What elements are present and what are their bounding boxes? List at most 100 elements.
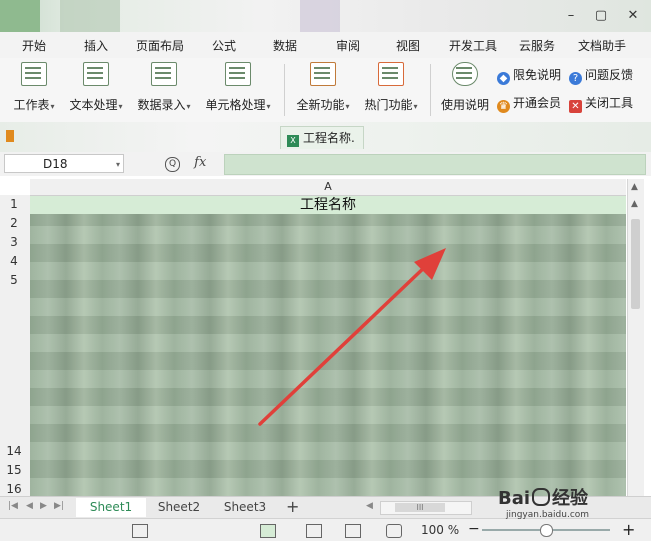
red-arrow-annotation: [258, 248, 446, 426]
membership-link[interactable]: ♛ 开通会员: [497, 94, 561, 113]
hot-features-icon: [378, 62, 404, 86]
title-bar: – ▢ ✕: [0, 0, 651, 32]
tab-developer[interactable]: 开发工具: [449, 37, 497, 54]
paw-icon: [532, 488, 551, 506]
arrow-head: [414, 248, 446, 280]
minimize-button[interactable]: –: [560, 6, 582, 26]
worksheet-button[interactable]: 工作表▾: [10, 62, 58, 113]
worksheet-icon: [21, 62, 47, 86]
document-tab-title: 工程名称.: [303, 131, 355, 145]
formula-bar: D18 ▾ Q fx: [0, 152, 651, 177]
tag-icon: ◆: [497, 72, 510, 85]
tab-review[interactable]: 审阅: [336, 37, 360, 54]
baidu-watermark: Bai 经验 jingyan.baidu.com: [498, 484, 589, 520]
zoom-out-button[interactable]: −: [468, 521, 480, 537]
sheet-tab-3[interactable]: Sheet3: [214, 498, 276, 517]
menu-bar: 开始 插入 页面布局 公式 数据 审阅 视图 开发工具 云服务 文档助手: [0, 32, 651, 59]
horizontal-scrollbar[interactable]: III: [380, 501, 472, 515]
cell-process-label: 单元格处理: [205, 98, 266, 112]
new-features-icon: [310, 62, 336, 86]
title-bar-blur: [0, 0, 40, 32]
arrow-shaft: [258, 262, 430, 426]
close-button[interactable]: ✕: [622, 6, 644, 26]
worksheet-label: 工作表: [13, 98, 50, 112]
watermark-brand: Bai: [498, 488, 531, 509]
tab-home[interactable]: 开始: [22, 37, 46, 54]
watermark-site: jingyan.baidu.com: [506, 510, 590, 520]
grid-view-icon[interactable]: [345, 524, 361, 538]
watermark-brand-2: 经验: [552, 488, 589, 509]
tab-formulas[interactable]: 公式: [212, 37, 236, 54]
document-tab[interactable]: X 工程名称.: [280, 126, 364, 149]
zoom-search-icon[interactable]: Q: [165, 157, 180, 172]
title-bar-blur: [300, 0, 340, 32]
add-sheet-button[interactable]: +: [286, 497, 299, 516]
text-process-label: 文本处理: [69, 98, 118, 112]
chevron-down-icon[interactable]: ▾: [116, 155, 120, 174]
name-box-value: D18: [43, 157, 68, 171]
page-icon[interactable]: [132, 524, 148, 538]
crown-icon: ♛: [497, 100, 510, 113]
data-entry-button[interactable]: 数据录入▾: [134, 62, 194, 113]
title-bar-blur: [60, 0, 120, 32]
cell-process-button[interactable]: 单元格处理▾: [202, 62, 274, 113]
eye-protect-icon[interactable]: [386, 524, 402, 538]
new-features-button[interactable]: 全新功能▾: [292, 62, 354, 113]
spreadsheet-grid: A 1 2 3 4 5 14 15 16 工程名称 ▲ ▲: [0, 176, 651, 496]
text-process-icon: [83, 62, 109, 86]
membership-label: 开通会员: [513, 96, 562, 110]
formula-icons: Q fx: [165, 155, 206, 172]
new-features-label: 全新功能: [296, 98, 345, 112]
normal-view-icon[interactable]: [260, 524, 276, 538]
scroll-up-icon[interactable]: ▲: [631, 182, 638, 192]
close-tool-label: 关闭工具: [585, 96, 634, 110]
status-bar: 100 % − +: [0, 518, 651, 541]
instructions-icon: [452, 62, 478, 86]
ribbon: 工作表▾ 文本处理▾ 数据录入▾ 单元格处理▾ 全新功能▾ 热门功能▾ 使用说明…: [0, 58, 651, 123]
tab-doc-assistant[interactable]: 文档助手: [578, 37, 626, 54]
close-tool-link[interactable]: ✕ 关闭工具: [569, 94, 633, 113]
zoom-slider-knob[interactable]: [540, 524, 553, 537]
hot-features-label: 热门功能: [364, 98, 413, 112]
feedback-link[interactable]: ? 问题反馈: [569, 66, 633, 85]
instructions-label: 使用说明: [440, 98, 489, 112]
horizontal-scroll-thumb[interactable]: III: [395, 503, 445, 512]
feedback-label: 问题反馈: [585, 68, 634, 82]
file-icon: [6, 130, 14, 142]
close-box-icon: ✕: [569, 100, 582, 113]
tab-data[interactable]: 数据: [273, 37, 297, 54]
ribbon-divider: [430, 64, 431, 116]
tab-view[interactable]: 视图: [396, 37, 420, 54]
fx-icon[interactable]: fx: [194, 155, 206, 170]
tab-cloud[interactable]: 云服务: [519, 37, 555, 54]
maximize-button[interactable]: ▢: [590, 6, 612, 26]
hscroll-left-icon[interactable]: ◀: [366, 501, 373, 511]
free-note-link[interactable]: ◆ 限免说明: [497, 66, 561, 85]
free-note-label: 限免说明: [513, 68, 562, 82]
prev-sheet-icon[interactable]: ◀: [26, 501, 33, 511]
vertical-scroll-thumb[interactable]: [631, 219, 640, 309]
tab-page-layout[interactable]: 页面布局: [136, 37, 184, 54]
spreadsheet-icon: X: [287, 135, 299, 147]
question-icon: ?: [569, 72, 582, 85]
cell-process-icon: [225, 62, 251, 86]
next-sheet-icon[interactable]: ▶: [40, 501, 47, 511]
first-sheet-icon[interactable]: |◀: [8, 501, 18, 511]
sheet-tab-2[interactable]: Sheet2: [148, 498, 210, 517]
formula-input[interactable]: [224, 154, 646, 175]
zoom-level[interactable]: 100 %: [421, 523, 459, 537]
data-entry-label: 数据录入: [137, 98, 186, 112]
ribbon-divider: [284, 64, 285, 116]
page-break-view-icon[interactable]: [306, 524, 322, 538]
vertical-scrollbar[interactable]: ▲ ▲: [627, 179, 644, 496]
sheet-tab-1[interactable]: Sheet1: [76, 498, 146, 517]
instructions-button[interactable]: 使用说明: [438, 62, 492, 113]
hot-features-button[interactable]: 热门功能▾: [360, 62, 422, 113]
data-entry-icon: [151, 62, 177, 86]
name-box[interactable]: D18 ▾: [4, 154, 124, 173]
scroll-up-fast-icon[interactable]: ▲: [631, 199, 638, 209]
last-sheet-icon[interactable]: ▶|: [54, 501, 64, 511]
zoom-in-button[interactable]: +: [622, 520, 635, 539]
tab-insert[interactable]: 插入: [84, 37, 108, 54]
text-process-button[interactable]: 文本处理▾: [66, 62, 126, 113]
